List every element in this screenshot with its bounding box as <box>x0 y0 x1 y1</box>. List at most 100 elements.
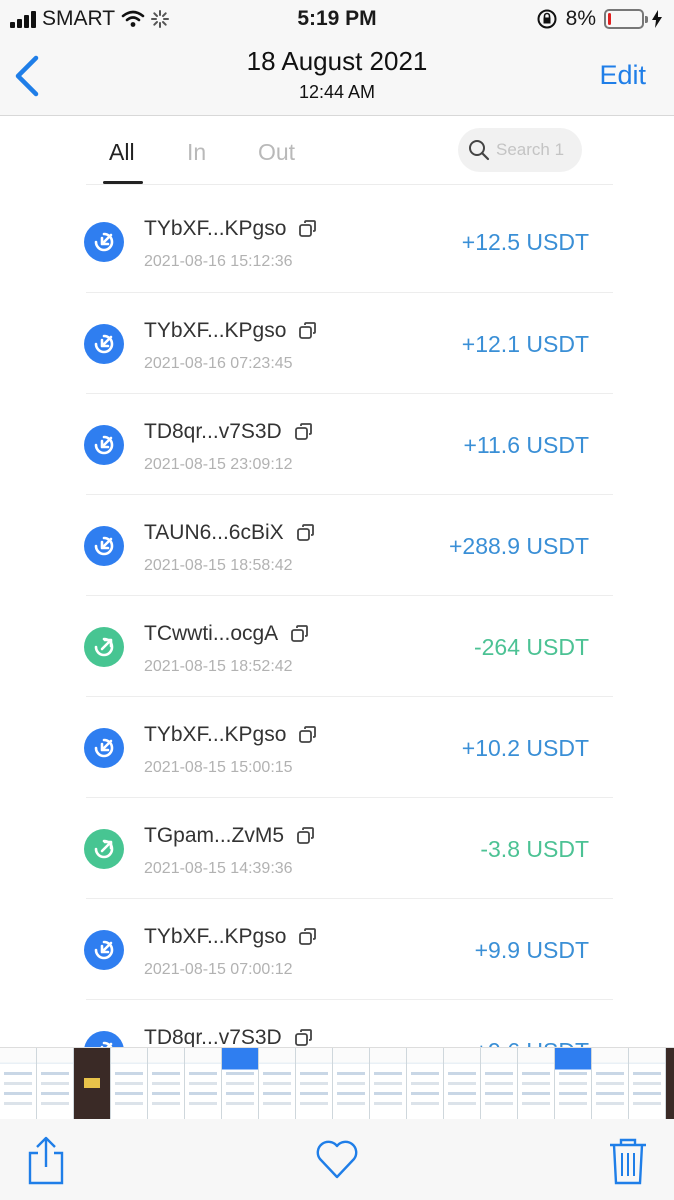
transaction-row[interactable]: TD8qr...v7S3D 2021-08-15 23:09:12 +11.6 US… <box>84 393 613 494</box>
transaction-row[interactable]: TYbXF...KPgso 2021-08-15 15:00:15 +10.2 US… <box>84 696 613 797</box>
bottom-toolbar <box>0 1119 674 1200</box>
transaction-amount: +9.9 USDT <box>474 937 589 963</box>
transaction-address: TGpam...ZvM5 <box>144 824 285 847</box>
transaction-address: TD8qr...v7S3D <box>144 420 282 443</box>
copy-icon[interactable] <box>298 321 318 341</box>
transaction-amount: +11.6 USDT <box>463 432 590 458</box>
photo-thumbnail[interactable] <box>222 1048 259 1119</box>
transaction-row[interactable]: TYbXF...KPgso 2021-08-15 07:00:12 +9.9 USD… <box>84 898 613 999</box>
transaction-address: TYbXF...KPgso <box>144 319 287 342</box>
status-bar-right: 8% <box>536 7 662 31</box>
outgoing-arrow-icon <box>84 627 124 667</box>
photo-thumbnail[interactable] <box>666 1048 674 1119</box>
photo-thumbnail[interactable] <box>407 1048 444 1119</box>
photo-thumbnail-strip[interactable] <box>0 1047 674 1119</box>
transaction-row[interactable]: TYbXF...KPgso 2021-08-16 15:12:36 +12.5 US… <box>84 191 613 292</box>
incoming-arrow-icon <box>84 728 124 768</box>
transaction-amount: -3.8 USDT <box>480 836 589 862</box>
photo-thumbnail[interactable] <box>629 1048 666 1119</box>
transaction-address-group: TYbXF...KPgso <box>144 217 318 241</box>
photo-thumbnail[interactable] <box>444 1048 481 1119</box>
incoming-arrow-icon <box>84 930 124 970</box>
transaction-timestamp: 2021-08-16 15:12:36 <box>144 253 293 270</box>
photo-thumbnail[interactable] <box>185 1048 222 1119</box>
transaction-address-group: TD8qr...v7S3D <box>144 420 314 444</box>
transaction-row[interactable]: TGpam...ZvM5 2021-08-15 14:39:36 -3.8 USDT <box>84 797 613 898</box>
copy-icon[interactable] <box>296 826 316 846</box>
transaction-timestamp: 2021-08-15 18:58:42 <box>144 557 293 574</box>
transaction-address-group: TCwwti...ocgA <box>144 622 310 646</box>
transaction-address-group: TD8qr...v7S3D <box>144 1026 314 1047</box>
transaction-amount: +12.5 USDT <box>461 229 589 255</box>
copy-icon[interactable] <box>298 725 318 745</box>
photo-thumbnail[interactable] <box>111 1048 148 1119</box>
wallet-history-screenshot: All In Out Search 1 TYbXF...KPgso 2021-08… <box>0 117 674 1047</box>
transaction-amount: +10.2 USDT <box>461 735 589 761</box>
transaction-address-group: TGpam...ZvM5 <box>144 824 316 848</box>
transaction-amount: +9.6 USDT <box>475 1038 589 1047</box>
transaction-amount: +12.1 USDT <box>461 331 589 357</box>
transaction-address-group: TYbXF...KPgso <box>144 723 318 747</box>
photo-thumbnail[interactable] <box>296 1048 333 1119</box>
transaction-address: TAUN6...6cBiX <box>144 521 284 544</box>
battery-icon <box>604 9 648 29</box>
transaction-address: TCwwti...ocgA <box>144 622 279 645</box>
copy-icon[interactable] <box>296 523 316 543</box>
share-button[interactable] <box>24 1135 72 1187</box>
incoming-arrow-icon <box>84 526 124 566</box>
delete-button[interactable] <box>606 1135 654 1187</box>
transaction-timestamp: 2021-08-15 23:09:12 <box>144 456 293 473</box>
transaction-address-group: TAUN6...6cBiX <box>144 521 316 545</box>
transaction-timestamp: 2021-08-15 07:00:12 <box>144 961 293 978</box>
transaction-timestamp: 2021-08-15 14:39:36 <box>144 860 293 877</box>
active-tab-indicator <box>103 181 143 184</box>
transaction-row[interactable]: TD8qr...v7S3D +9.6 USDT <box>84 999 613 1047</box>
transaction-address-group: TYbXF...KPgso <box>144 319 318 343</box>
photo-thumbnail[interactable] <box>518 1048 555 1119</box>
transaction-address: TD8qr...v7S3D <box>144 1026 282 1047</box>
filter-tabs: All In Out Search 1 <box>86 117 613 185</box>
transaction-row[interactable]: TCwwti...ocgA 2021-08-15 18:52:42 -264 USD… <box>84 595 613 696</box>
transaction-row[interactable]: TAUN6...6cBiX 2021-08-15 18:58:42 +288.9 U… <box>84 494 613 595</box>
copy-icon[interactable] <box>298 219 318 239</box>
transaction-address-group: TYbXF...KPgso <box>144 925 318 949</box>
edit-button[interactable]: Edit <box>599 60 646 91</box>
incoming-arrow-icon <box>84 1031 124 1047</box>
nav-header: 18 August 2021 12:44 AM Edit <box>0 38 674 116</box>
transaction-address: TYbXF...KPgso <box>144 925 287 948</box>
transaction-list: TYbXF...KPgso 2021-08-16 15:12:36 +12.5 US… <box>84 191 613 1047</box>
trash-icon <box>610 1138 646 1185</box>
search-placeholder: Search 1 <box>496 140 565 159</box>
transaction-row[interactable]: TYbXF...KPgso 2021-08-16 07:23:45 +12.1 US… <box>84 292 613 393</box>
charging-bolt-icon <box>652 10 662 28</box>
share-icon <box>28 1136 64 1185</box>
copy-icon[interactable] <box>298 927 318 947</box>
transaction-amount: -264 USDT <box>473 634 589 660</box>
outgoing-arrow-icon <box>84 829 124 869</box>
photo-thumbnail[interactable] <box>259 1048 296 1119</box>
photo-thumbnail[interactable] <box>37 1048 74 1119</box>
photo-thumbnail[interactable] <box>0 1048 37 1119</box>
photo-thumbnail[interactable] <box>370 1048 407 1119</box>
battery-percent: 8% <box>565 7 596 30</box>
copy-icon[interactable] <box>294 422 314 442</box>
incoming-arrow-icon <box>84 222 124 262</box>
photo-thumbnail[interactable] <box>148 1048 185 1119</box>
photo-thumbnail[interactable] <box>481 1048 518 1119</box>
transaction-timestamp: 2021-08-16 07:23:45 <box>144 355 293 372</box>
transaction-timestamp: 2021-08-15 15:00:15 <box>144 759 293 776</box>
photo-time-subtitle: 12:44 AM <box>298 82 376 102</box>
photo-thumbnail[interactable] <box>592 1048 629 1119</box>
search-input[interactable]: Search 1 <box>458 128 582 172</box>
favorite-button[interactable] <box>313 1135 361 1187</box>
tab-out[interactable]: Out <box>258 139 295 166</box>
photo-thumbnail[interactable] <box>555 1048 592 1119</box>
photo-thumbnail[interactable] <box>74 1048 111 1119</box>
tab-all[interactable]: All <box>109 139 135 166</box>
transaction-timestamp: 2021-08-15 18:52:42 <box>144 658 293 675</box>
photo-thumbnail[interactable] <box>333 1048 370 1119</box>
tab-in[interactable]: In <box>187 139 206 166</box>
search-icon <box>469 140 490 161</box>
copy-icon[interactable] <box>294 1028 314 1047</box>
copy-icon[interactable] <box>290 624 310 644</box>
